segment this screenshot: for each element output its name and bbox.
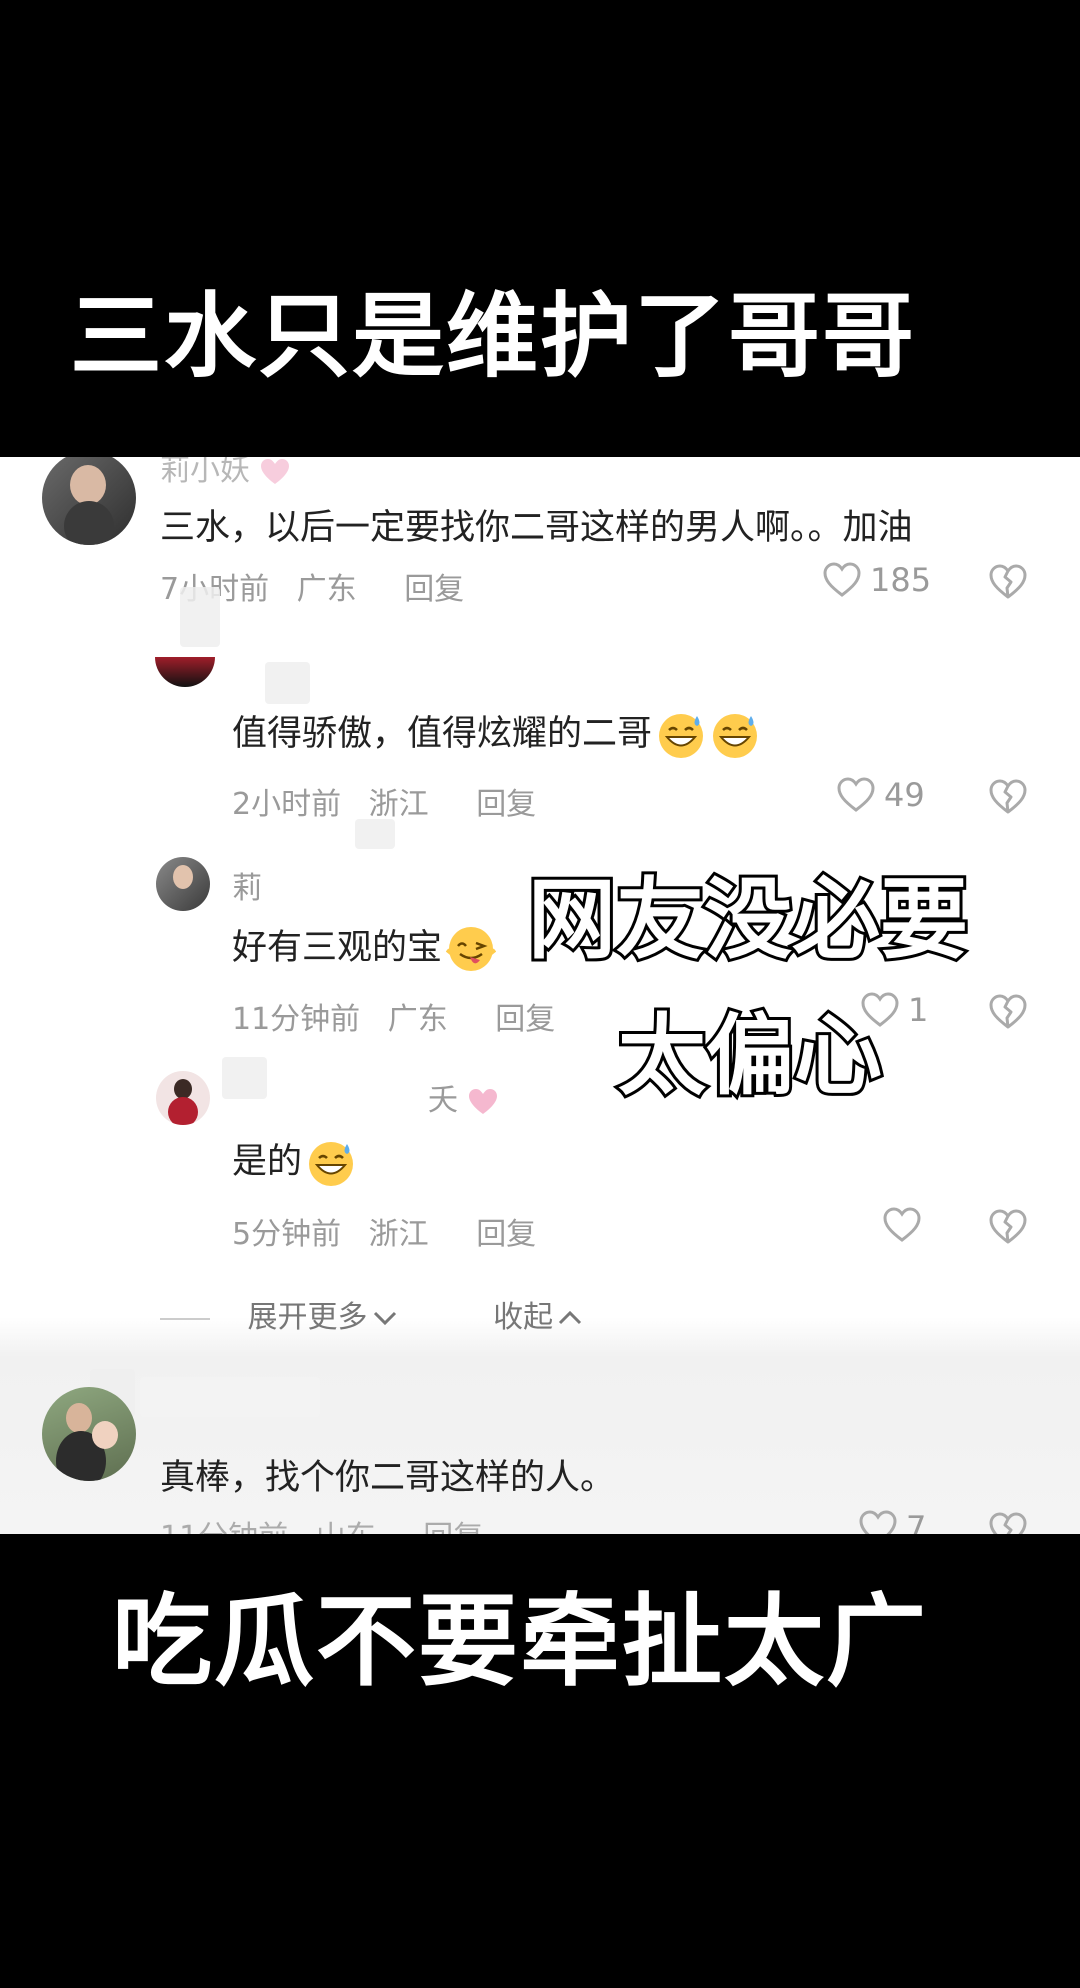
reply-button[interactable]: 回复 xyxy=(476,1217,536,1252)
broken-heart-icon[interactable] xyxy=(988,1208,1028,1246)
comment-text: 是的 xyxy=(232,1133,356,1188)
blurred-username xyxy=(355,819,395,849)
comment-time: 2小时前 xyxy=(232,787,342,822)
winking-tongue-emoji xyxy=(446,927,497,971)
heart-outline-icon xyxy=(823,562,861,597)
comment-username[interactable]: 夭 xyxy=(428,1075,498,1119)
comment-location: 广东 xyxy=(387,1002,448,1037)
chevron-down-icon xyxy=(373,1311,396,1326)
blurred-username xyxy=(265,662,310,704)
like-count: 7 xyxy=(906,1509,927,1534)
comment-meta: 5分钟前 浙江 回复 xyxy=(232,1209,536,1253)
comment-location: 广东 xyxy=(296,572,357,607)
comment-text: 真棒，找个你二哥这样的人。 xyxy=(160,1458,616,1498)
like-button[interactable]: 185 xyxy=(822,561,931,599)
heart-outline-icon xyxy=(859,1510,897,1534)
overlay-caption-line2: 太偏心 xyxy=(615,1001,885,1110)
expand-more-button[interactable]: 展开更多 xyxy=(248,1300,408,1335)
reply-button[interactable]: 回复 xyxy=(476,787,536,822)
avatar[interactable] xyxy=(156,857,210,911)
expand-row: 展开更多 收起 xyxy=(160,1292,583,1336)
broken-heart-icon[interactable] xyxy=(988,993,1028,1031)
comment-location: 浙江 xyxy=(368,787,429,822)
broken-heart-icon[interactable] xyxy=(988,778,1028,816)
top-headline: 三水只是维护了哥哥 xyxy=(70,283,917,390)
like-count: 185 xyxy=(870,561,932,599)
avatar[interactable] xyxy=(42,1387,136,1481)
reply-button[interactable]: 回复 xyxy=(423,1520,483,1534)
comment-meta: 11分钟前 广东 回复 xyxy=(232,994,555,1038)
broken-heart-icon[interactable] xyxy=(988,563,1028,601)
blurred-username xyxy=(140,1377,320,1417)
like-button[interactable]: 7 xyxy=(858,1509,926,1534)
chevron-up-icon xyxy=(559,1310,582,1325)
comment-username[interactable]: 莉 xyxy=(232,863,262,907)
overlay-caption-line1: 网友没必要 xyxy=(525,865,971,974)
pink-hearts-icon xyxy=(260,458,289,484)
comment-meta: 11分钟前 山东 回复 xyxy=(160,1512,483,1534)
avatar[interactable] xyxy=(155,657,215,687)
like-button[interactable] xyxy=(882,1206,930,1244)
grinning-sweat-emoji xyxy=(659,714,704,758)
heart-outline-icon xyxy=(883,1207,921,1242)
reply-button[interactable]: 回复 xyxy=(404,572,464,607)
divider xyxy=(160,1317,210,1320)
collapse-button[interactable]: 收起 xyxy=(493,1300,583,1335)
like-button[interactable]: 49 xyxy=(836,776,925,814)
comment-text: 值得骄傲，值得炫耀的二哥 xyxy=(232,705,760,760)
avatar[interactable] xyxy=(42,457,136,545)
comment-location: 山东 xyxy=(316,1520,376,1534)
comment-time: 11分钟前 xyxy=(160,1520,288,1534)
comment-time: 5分钟前 xyxy=(232,1217,342,1252)
blurred-username xyxy=(180,587,220,647)
grinning-sweat-emoji xyxy=(309,1142,354,1186)
blurred-username xyxy=(222,1057,267,1099)
comment-panel: 莉小妖 三水，以后一定要找你二哥这样的男人啊。。加油 7小时前 广东 回复 18… xyxy=(0,457,1080,1534)
bottom-headline: 吃瓜不要牵扯太广 xyxy=(112,1583,928,1700)
like-count: 1 xyxy=(908,991,929,1029)
comment-meta: 2小时前 浙江 回复 xyxy=(232,779,536,823)
comment-text: 三水，以后一定要找你二哥这样的男人啊。。加油 xyxy=(160,508,913,548)
avatar[interactable] xyxy=(156,1071,210,1125)
comment-text: 好有三观的宝 xyxy=(232,919,497,974)
comment-location: 浙江 xyxy=(368,1217,429,1252)
heart-outline-icon xyxy=(837,777,875,812)
reply-button[interactable]: 回复 xyxy=(495,1002,555,1037)
pink-hearts-icon xyxy=(468,1088,497,1114)
grinning-sweat-emoji xyxy=(713,714,758,758)
like-count: 49 xyxy=(884,776,925,814)
comment-time: 11分钟前 xyxy=(232,1002,361,1037)
broken-heart-icon[interactable] xyxy=(988,1511,1028,1534)
comment-username[interactable]: 莉小妖 xyxy=(160,457,290,489)
